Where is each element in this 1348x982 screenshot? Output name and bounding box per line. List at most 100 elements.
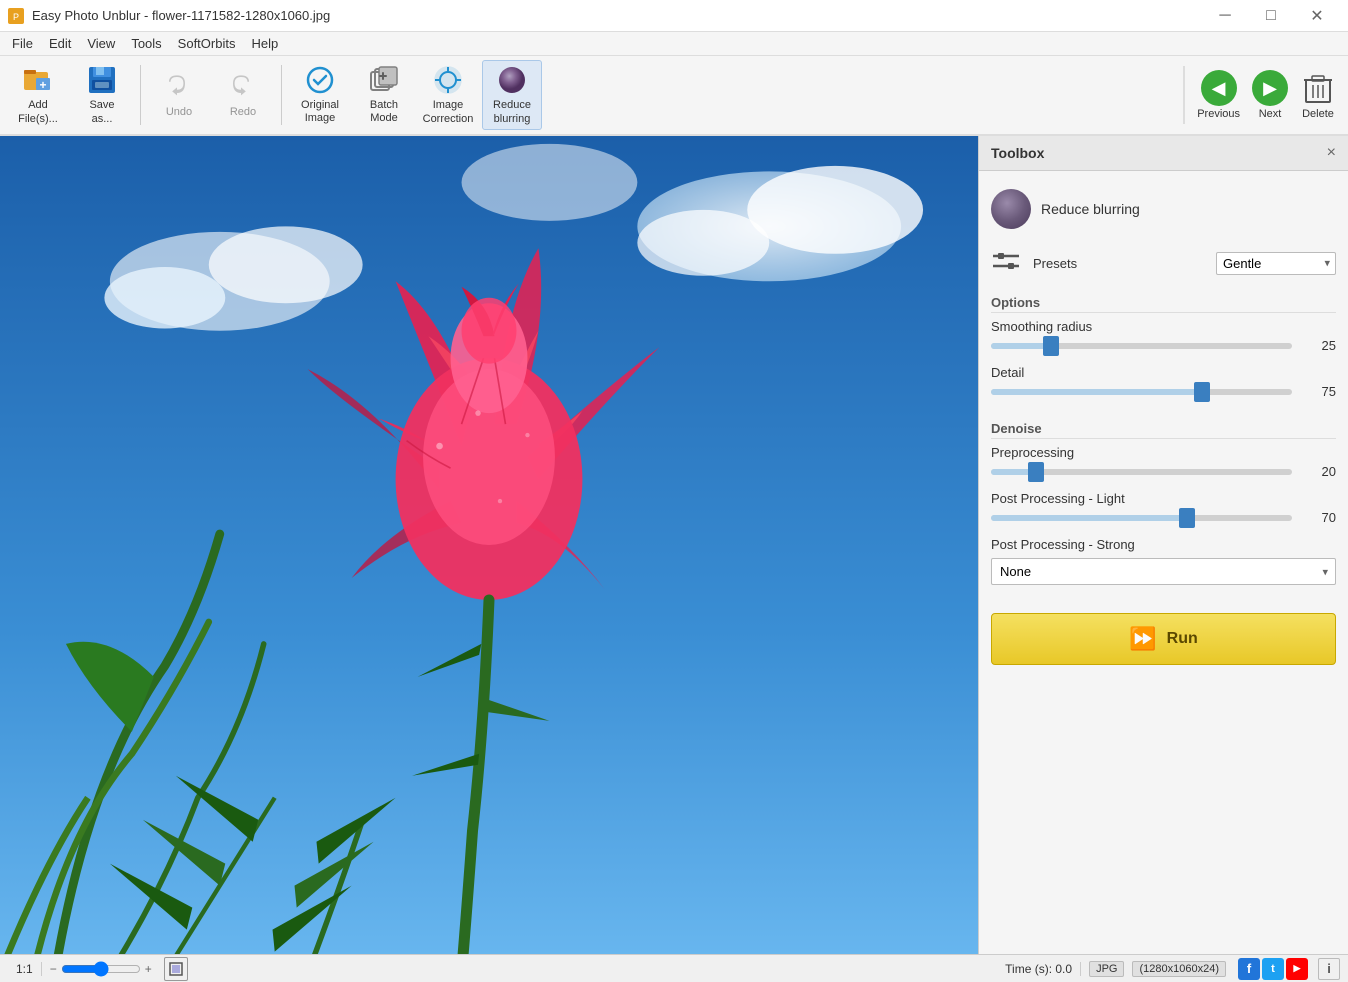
add-files-label: Add File(s)... [18, 99, 58, 125]
menu-tools[interactable]: Tools [123, 34, 169, 53]
redo-button[interactable]: Redo [213, 60, 273, 130]
save-as-button[interactable]: Saveas... [72, 60, 132, 130]
preprocessing-thumb[interactable] [1028, 462, 1044, 482]
menu-view[interactable]: View [79, 34, 123, 53]
undo-button[interactable]: Undo [149, 60, 209, 130]
denoise-label: Denoise [991, 417, 1336, 439]
presets-select-wrapper[interactable]: Gentle Normal Strong Custom [1216, 252, 1336, 275]
next-label: Next [1259, 108, 1282, 120]
svg-text:P: P [13, 12, 19, 22]
zoom-in-icon[interactable]: + [145, 962, 152, 976]
zoom-level: 1:1 [8, 962, 42, 976]
delete-button[interactable]: Delete [1296, 66, 1340, 124]
original-image-label: OriginalImage [301, 99, 339, 125]
image-correction-button[interactable]: ImageCorrection [418, 60, 478, 130]
smoothing-radius-value: 25 [1300, 338, 1336, 353]
format-badge: JPG [1089, 961, 1124, 977]
detail-item: Detail 75 [991, 365, 1336, 399]
twitter-button[interactable]: t [1262, 958, 1284, 980]
toolbar-sep-1 [140, 65, 141, 125]
smoothing-radius-fill [991, 343, 1051, 349]
minimize-button[interactable]: ─ [1202, 0, 1248, 32]
social-buttons: f t ▶ [1238, 958, 1308, 980]
post-light-fill [991, 515, 1187, 521]
time-display: Time (s): 0.0 [997, 962, 1081, 976]
post-light-value: 70 [1300, 510, 1336, 525]
post-light-item: Post Processing - Light 70 [991, 491, 1336, 525]
menu-help[interactable]: Help [243, 34, 286, 53]
window-title: Easy Photo Unblur - flower-1171582-1280x… [32, 8, 330, 23]
post-strong-section: Post Processing - Strong None Light Medi… [991, 537, 1336, 585]
presets-label: Presets [1033, 256, 1206, 271]
smoothing-radius-thumb[interactable] [1043, 336, 1059, 356]
post-strong-select-wrapper[interactable]: None Light Medium Strong [991, 558, 1336, 585]
title-bar-left: P Easy Photo Unblur - flower-1171582-128… [8, 8, 330, 24]
run-icon: ⏩ [1129, 626, 1156, 652]
denoise-section: Denoise Preprocessing 20 [991, 417, 1336, 525]
next-icon: ▶ [1252, 70, 1288, 106]
delete-icon [1300, 70, 1336, 106]
redo-label: Redo [230, 106, 256, 119]
options-label: Options [991, 291, 1336, 313]
preprocessing-row: 20 [991, 464, 1336, 479]
presets-row: Presets Gentle Normal Strong Custom [991, 247, 1336, 279]
post-light-track[interactable] [991, 515, 1292, 521]
youtube-icon: ▶ [1294, 963, 1301, 974]
svg-text:+: + [39, 78, 46, 92]
reduce-blurring-item: Reduce blurring [991, 183, 1336, 235]
zoom-out-icon[interactable]: − [50, 962, 57, 976]
fit-screen-button[interactable] [164, 957, 188, 981]
next-button[interactable]: ▶ Next [1248, 66, 1292, 124]
image-area [0, 136, 978, 954]
facebook-button[interactable]: f [1238, 958, 1260, 980]
menu-softorbits[interactable]: SoftOrbits [170, 34, 244, 53]
toolbox-header: Toolbox × [979, 136, 1348, 171]
batch-mode-button[interactable]: BatchMode [354, 60, 414, 130]
save-as-icon [86, 64, 118, 96]
image-canvas [0, 136, 978, 954]
menu-bar: File Edit View Tools SoftOrbits Help [0, 32, 1348, 56]
app-icon: P [8, 8, 24, 24]
original-image-button[interactable]: OriginalImage [290, 60, 350, 130]
previous-label: Previous [1197, 108, 1240, 120]
zoom-controls[interactable]: − + [50, 961, 152, 977]
presets-select[interactable]: Gentle Normal Strong Custom [1216, 252, 1336, 275]
run-button[interactable]: ⏩ Run [991, 613, 1336, 665]
nav-buttons: ◀ Previous ▶ Next Delete [1183, 66, 1340, 124]
image-correction-label: ImageCorrection [423, 99, 474, 125]
redo-icon [227, 71, 259, 103]
menu-edit[interactable]: Edit [41, 34, 79, 53]
detail-track[interactable] [991, 389, 1292, 395]
info-button[interactable]: i [1318, 958, 1340, 980]
reduce-blurring-button[interactable]: Reduceblurring [482, 60, 542, 130]
title-bar: P Easy Photo Unblur - flower-1171582-128… [0, 0, 1348, 32]
smoothing-radius-track[interactable] [991, 343, 1292, 349]
toolbox-close-button[interactable]: × [1327, 144, 1336, 162]
menu-file[interactable]: File [4, 34, 41, 53]
fit-screen-icon [169, 962, 183, 976]
toolbox-panel: Toolbox × Reduce blurring Pre [978, 136, 1348, 954]
add-files-button[interactable]: + Add File(s)... [8, 60, 68, 130]
undo-icon [163, 71, 195, 103]
run-section: ⏩ Run [979, 597, 1348, 681]
dimensions-badge: (1280x1060x24) [1132, 961, 1226, 977]
maximize-button[interactable]: □ [1248, 0, 1294, 32]
original-image-icon [304, 65, 336, 96]
zoom-slider[interactable] [61, 961, 141, 977]
previous-icon: ◀ [1201, 70, 1237, 106]
status-bar: 1:1 − + Time (s): 0.0 JPG (1280x1060x24)… [0, 954, 1348, 982]
previous-button[interactable]: ◀ Previous [1193, 66, 1244, 124]
post-light-thumb[interactable] [1179, 508, 1195, 528]
youtube-button[interactable]: ▶ [1286, 958, 1308, 980]
close-button[interactable]: ✕ [1294, 0, 1340, 32]
detail-value: 75 [1300, 384, 1336, 399]
post-strong-select[interactable]: None Light Medium Strong [991, 558, 1336, 585]
detail-thumb[interactable] [1194, 382, 1210, 402]
smoothing-radius-item: Smoothing radius 25 [991, 319, 1336, 353]
preprocessing-track[interactable] [991, 469, 1292, 475]
add-files-icon: + [22, 64, 54, 96]
preprocessing-label: Preprocessing [991, 445, 1336, 460]
smoothing-radius-label: Smoothing radius [991, 319, 1336, 334]
reduce-blurring-item-icon [991, 189, 1031, 229]
facebook-icon: f [1247, 961, 1251, 976]
